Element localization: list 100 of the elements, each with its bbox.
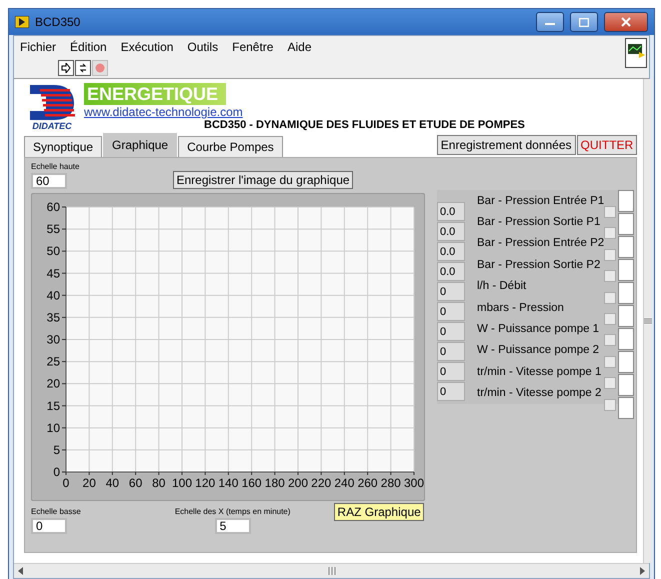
menu-item[interactable]: Exécution (120, 40, 174, 54)
axis-label: 35 (46, 310, 60, 324)
menu-item[interactable]: Fenêtre (232, 40, 274, 54)
tab[interactable]: Synoptique (24, 136, 102, 157)
axis-label: 25 (46, 354, 60, 369)
axis-label: 280 (380, 476, 401, 490)
axis-label: 220 (311, 476, 332, 490)
horizontal-scrollbar[interactable] (14, 563, 649, 578)
website-link[interactable]: www.didatec-technologie.com (84, 105, 638, 119)
axis-label: 10 (46, 420, 60, 435)
axis-label: 260 (358, 476, 378, 490)
axis-label: 180 (264, 476, 285, 490)
menu-item[interactable]: Outils (187, 40, 218, 54)
plot-swatch[interactable] (618, 190, 634, 212)
tab[interactable]: Courbe Pompes (178, 136, 283, 157)
plot-swatch[interactable] (618, 282, 634, 304)
input-field[interactable]: 5 (214, 518, 251, 534)
field-label: Echelle haute (31, 162, 80, 171)
plot-swatch[interactable] (618, 213, 634, 235)
value-display: 0.0 (437, 202, 465, 221)
checkbox[interactable] (604, 227, 616, 240)
axis-label: 40 (106, 476, 120, 490)
axis-label: 140 (218, 476, 238, 490)
field-label: Echelle des X (temps en minute) (174, 507, 290, 516)
axis-label: 20 (46, 376, 60, 391)
plot-swatch[interactable] (618, 305, 634, 327)
maximize-button[interactable] (570, 12, 598, 32)
checkbox[interactable] (604, 356, 616, 368)
value-display: 0 (437, 302, 465, 321)
axis-label: 80 (152, 476, 166, 490)
input-field[interactable]: 0 (31, 518, 67, 534)
axis-label: 15 (46, 398, 60, 413)
record-button[interactable]: Enregistrement données (436, 135, 576, 155)
checkbox[interactable] (604, 270, 616, 282)
checkbox[interactable] (604, 377, 616, 390)
axis-label: 45 (46, 266, 60, 280)
scroll-right-icon[interactable] (640, 567, 645, 575)
channel-name: Bar - Pression Sortie P2 (477, 258, 602, 273)
menu-item[interactable]: Aide (287, 40, 312, 54)
channel-name: l/h - Débit (477, 279, 528, 294)
axis-label: 55 (46, 222, 60, 236)
axis-label: 50 (46, 244, 60, 258)
close-icon (621, 17, 631, 27)
logo-text: DIDATEC (32, 121, 72, 131)
axis-label: 20 (82, 476, 96, 490)
reset-graph-button[interactable]: RAZ Graphique (334, 503, 424, 521)
quit-button[interactable]: QUITTER (576, 135, 638, 155)
value-display: 0 (437, 362, 465, 381)
run-continuously-icon[interactable] (75, 60, 91, 76)
axis-label: 0 (53, 465, 60, 479)
value-display: 0 (437, 342, 465, 361)
maximize-icon (579, 18, 589, 26)
channel-name: Bar - Pression Entrée P1 (477, 194, 604, 209)
value-display: 0 (437, 282, 465, 301)
window-title: BCD350 (35, 15, 82, 29)
plot-swatch[interactable] (618, 236, 634, 258)
axis-label: 200 (288, 476, 308, 490)
minimize-button[interactable] (536, 12, 564, 32)
close-button[interactable] (604, 12, 648, 32)
vertical-scrollbar[interactable] (643, 79, 652, 563)
scroll-left-icon[interactable] (18, 567, 23, 575)
plot-swatch[interactable] (618, 397, 634, 419)
checkbox[interactable] (604, 206, 616, 218)
axis-label: 30 (46, 332, 60, 346)
axis-label: 300 (404, 476, 424, 490)
menu-item[interactable]: Fichier (20, 40, 56, 54)
checkbox[interactable] (604, 312, 616, 325)
value-display: 0.0 (437, 262, 465, 281)
menu-item[interactable]: Édition (70, 40, 107, 54)
field-label: Echelle basse (31, 507, 81, 516)
checkbox[interactable] (604, 292, 616, 304)
grip-icon (644, 318, 652, 324)
channel-name: tr/min - Vitesse pompe 2 (477, 386, 602, 402)
axis-label: 60 (46, 200, 60, 214)
axis-label: 240 (334, 476, 354, 490)
axis-label: 100 (172, 476, 192, 490)
plot-swatch[interactable] (618, 328, 634, 350)
channel-name: Bar - Pression Sortie P1 (477, 215, 602, 230)
save-image-button[interactable]: Enregistrer l'image du graphique (173, 171, 353, 189)
axis-label: 60 (128, 476, 142, 490)
checkbox[interactable] (604, 398, 616, 411)
channel-name: tr/min - Vitesse pompe 1 (477, 364, 602, 380)
checkbox[interactable] (604, 334, 616, 346)
vi-icon[interactable] (625, 38, 647, 68)
grip-icon (328, 567, 336, 575)
value-display: 0 (437, 322, 465, 341)
plot-swatch[interactable] (618, 351, 634, 373)
input-field[interactable]: 60 (31, 173, 67, 189)
checkbox[interactable] (604, 248, 616, 261)
axis-label: 120 (195, 476, 216, 490)
channel-name: Bar - Pression Entrée P2 (477, 236, 604, 252)
app-icon (15, 16, 29, 28)
axis-label: 40 (46, 288, 60, 302)
plot-swatch[interactable] (618, 374, 634, 396)
plot-swatch[interactable] (618, 259, 634, 281)
value-display: 0.0 (437, 242, 465, 261)
value-display: 0 (437, 382, 465, 401)
tab[interactable]: Graphique (103, 133, 178, 157)
axis-label: 0 (62, 476, 70, 490)
value-display: 0.0 (437, 222, 465, 241)
